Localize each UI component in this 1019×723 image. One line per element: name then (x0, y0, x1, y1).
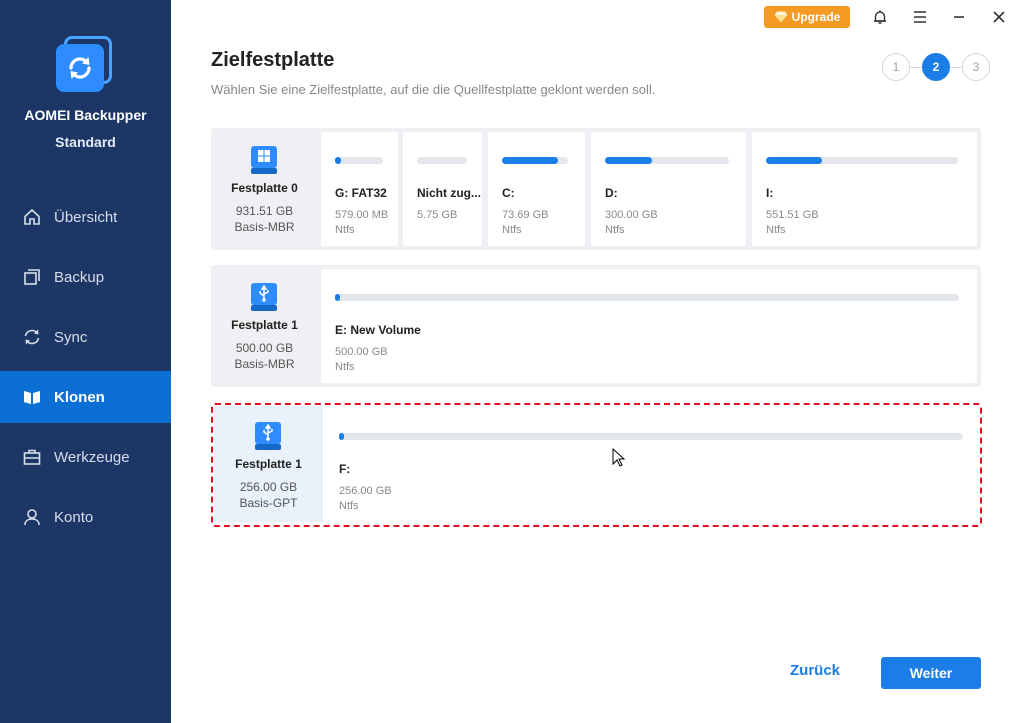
usage-bar (502, 157, 568, 164)
partition-g[interactable]: G: FAT32 579.00 MB Ntfs (321, 132, 398, 246)
usage-bar (335, 157, 383, 164)
usage-bar (766, 157, 958, 164)
usb-disk-icon (255, 422, 281, 450)
upgrade-label: Upgrade (791, 10, 841, 24)
step-connector (909, 67, 923, 68)
partition-c[interactable]: C: 73.69 GB Ntfs (488, 132, 585, 246)
notification-bell-icon[interactable] (869, 6, 891, 28)
step-1: 1 (882, 53, 910, 81)
nav-label: Übersicht (54, 208, 118, 226)
partition-fs: Ntfs (335, 224, 355, 236)
tools-icon (22, 447, 42, 467)
home-icon (22, 207, 42, 227)
partition-d[interactable]: D: 300.00 GB Ntfs (591, 132, 746, 246)
app-edition: Standard (55, 134, 116, 150)
usage-fill (335, 157, 341, 164)
disk-type: Basis-GPT (239, 496, 298, 510)
sync-icon (22, 327, 42, 347)
nav-item-werkzeuge[interactable]: Werkzeuge (0, 431, 171, 483)
step-connector (949, 67, 963, 68)
close-icon[interactable] (988, 6, 1010, 28)
partition-name: I: (766, 186, 774, 200)
disk-size: 500.00 GB (235, 341, 294, 355)
usage-bar (339, 433, 963, 440)
diamond-icon (774, 11, 788, 23)
partition-size: 73.69 GB (502, 209, 549, 221)
disk-type: Basis-MBR (234, 220, 295, 234)
sync-arrows-icon (69, 57, 91, 79)
page-title: Zielfestplatte (211, 49, 335, 71)
upgrade-button[interactable]: Upgrade (764, 6, 850, 28)
sidebar: AOMEI Backupper Standard Übersicht Backu… (0, 0, 171, 723)
disk-row-festplatte-1-500gb[interactable]: Festplatte 1 500.00 GB Basis-MBR E: New … (211, 265, 981, 387)
step-2-current: 2 (922, 53, 950, 81)
partition-size: 579.00 MB (335, 209, 389, 221)
partition-name: D: (605, 186, 618, 200)
partition-f[interactable]: F: 256.00 GB Ntfs (325, 408, 977, 522)
partition-fs: Ntfs (502, 224, 522, 236)
user-icon (22, 507, 42, 527)
usage-fill (335, 294, 340, 301)
nav-item-konto[interactable]: Konto (0, 491, 171, 543)
nav-item-backup[interactable]: Backup (0, 251, 171, 303)
disk-name: Festplatte 0 (231, 181, 298, 195)
nav-label: Sync (54, 328, 88, 346)
nav-item-uebersicht[interactable]: Übersicht (0, 191, 171, 243)
disk-name: Festplatte 1 (231, 318, 298, 332)
next-button[interactable]: Weiter (881, 657, 981, 689)
disk-name: Festplatte 1 (235, 457, 302, 471)
partition-e[interactable]: E: New Volume 500.00 GB Ntfs (321, 269, 977, 383)
partition-name: C: (502, 186, 515, 200)
nav-label: Konto (54, 508, 94, 526)
app-name: AOMEI Backupper (24, 107, 147, 123)
windows-disk-icon (251, 146, 277, 174)
nav-label: Werkzeuge (54, 448, 130, 466)
partition-size: 5.75 GB (417, 209, 458, 221)
partition-unallocated[interactable]: Nicht zug... 5.75 GB (403, 132, 482, 246)
partition-fs: Ntfs (766, 224, 786, 236)
partition-i[interactable]: I: 551.51 GB Ntfs (752, 132, 977, 246)
partition-size: 500.00 GB (335, 346, 388, 358)
partition-fs: Ntfs (605, 224, 625, 236)
menu-icon[interactable] (909, 6, 931, 28)
partition-name: Nicht zug... (417, 186, 481, 200)
usage-fill (339, 433, 344, 440)
app-logo (54, 36, 114, 96)
disk-size: 931.51 GB (235, 204, 294, 218)
nav-item-sync[interactable]: Sync (0, 311, 171, 363)
partition-name: E: New Volume (335, 323, 421, 337)
usage-bar (605, 157, 729, 164)
step-3: 3 (962, 53, 990, 81)
disk-type: Basis-MBR (234, 357, 295, 371)
partition-size: 551.51 GB (766, 209, 819, 221)
disk-size: 256.00 GB (239, 480, 298, 494)
partition-size: 256.00 GB (339, 485, 392, 497)
nav-label: Backup (54, 268, 105, 286)
clone-icon (22, 387, 42, 407)
partition-fs: Ntfs (335, 361, 355, 373)
partition-name: F: (339, 462, 351, 476)
minimize-icon[interactable] (948, 6, 970, 28)
page-subtitle: Wählen Sie eine Zielfestplatte, auf die … (211, 82, 656, 97)
usb-disk-icon (251, 283, 277, 311)
partition-fs: Ntfs (339, 500, 359, 512)
usage-bar (335, 294, 959, 301)
usage-fill (502, 157, 559, 164)
backup-icon (22, 267, 42, 287)
usage-bar (417, 157, 467, 164)
nav-label: Klonen (54, 388, 105, 406)
disk-info: Festplatte 0 931.51 GB Basis-MBR (211, 128, 318, 250)
disk-row-festplatte-0[interactable]: Festplatte 0 931.51 GB Basis-MBR G: FAT3… (211, 128, 981, 250)
usage-fill (605, 157, 653, 164)
nav-item-klonen[interactable]: Klonen (0, 371, 171, 423)
back-button[interactable]: Zurück (790, 662, 840, 679)
disk-info: Festplatte 1 256.00 GB Basis-GPT (215, 404, 322, 526)
usage-fill (766, 157, 822, 164)
disk-row-festplatte-1-256gb-selected[interactable]: Festplatte 1 256.00 GB Basis-GPT F: 256.… (211, 403, 982, 527)
partition-size: 300.00 GB (605, 209, 658, 221)
disk-info: Festplatte 1 500.00 GB Basis-MBR (211, 265, 318, 387)
partition-name: G: FAT32 (335, 186, 387, 200)
mouse-cursor-icon (612, 448, 626, 467)
